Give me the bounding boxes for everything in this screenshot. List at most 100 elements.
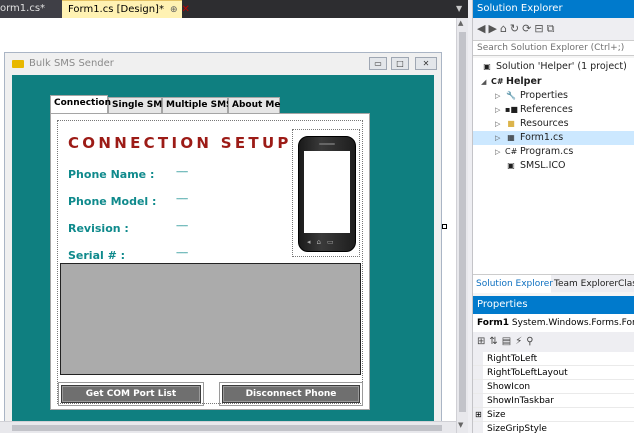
designer-horizontal-scrollbar[interactable] — [0, 421, 456, 433]
designer-vertical-scrollbar[interactable]: ▲ ▼ — [456, 18, 468, 433]
tab-form1-cs[interactable]: orm1.cs* — [0, 0, 62, 18]
tab-solution-explorer[interactable]: Solution Explorer — [473, 275, 553, 293]
tree-item-properties[interactable]: ▷ 🔧 Properties — [495, 89, 568, 103]
folder-icon: ■ — [507, 119, 515, 128]
revision-label: Revision : — [68, 222, 129, 235]
categorized-icon[interactable]: ⊞ — [477, 336, 489, 347]
scroll-down-icon[interactable]: ▼ — [458, 421, 463, 429]
panel-tab-strip: Solution Explorer Team Explorer Clas — [473, 274, 634, 293]
back-icon[interactable]: ◀ — [477, 22, 488, 35]
show-all-icon[interactable]: ⧉ — [547, 22, 558, 35]
close-button[interactable]: ✕ — [415, 57, 437, 70]
phone-image: ◂⌂▭ — [298, 136, 356, 252]
prop-row-showintaskbar[interactable]: ShowInTaskbar — [473, 394, 634, 408]
form-client-area: Connection Single SMS Multiple SMS About… — [12, 75, 434, 433]
properties-toolbar: ⊞⇅▤⚡⚲ — [473, 332, 634, 352]
log-area[interactable] — [60, 263, 361, 375]
tree-item-form1[interactable]: ▷ ▦ Form1.cs — [473, 131, 634, 145]
tree-item-resources[interactable]: ▷ ■ Resources — [495, 117, 569, 131]
resize-handle[interactable] — [442, 224, 447, 229]
tree-item-solution[interactable]: ▣ Solution 'Helper' (1 project) — [481, 60, 627, 74]
collapse-icon[interactable]: ⊟ — [534, 22, 546, 35]
tree-item-label: Resources — [520, 118, 569, 129]
prop-row-righttoleftlayout[interactable]: RightToLeftLayout — [473, 366, 634, 380]
prop-name: SizeGripStyle — [487, 424, 547, 433]
side-panel: Solution Explorer ◀▶⌂↻⟳⊟⧉ Search Solutio… — [472, 0, 634, 433]
tree-item-icon-file[interactable]: ▣ SMSL.ICO — [505, 159, 565, 173]
get-com-port-list-button[interactable]: Get COM Port List — [61, 385, 201, 403]
collapsed-icon[interactable]: ▷ — [495, 89, 505, 103]
references-icon: ▪■ — [505, 105, 518, 114]
events-icon[interactable]: ⚡ — [515, 336, 526, 347]
refresh-icon[interactable]: ⟳ — [522, 22, 534, 35]
forward-icon[interactable]: ▶ — [488, 22, 499, 35]
tree-item-label: References — [520, 104, 573, 115]
minimize-button[interactable]: ▭ — [369, 57, 387, 70]
collapsed-icon[interactable]: ▷ — [495, 131, 505, 145]
tab-single-sms[interactable]: Single SMS — [108, 97, 169, 113]
scroll-up-icon[interactable]: ▲ — [458, 19, 463, 27]
collapsed-icon[interactable]: ▷ — [495, 103, 505, 117]
prop-row-righttoleft[interactable]: RightToLeft — [473, 352, 634, 366]
property-pages-icon[interactable]: ⚲ — [526, 336, 537, 347]
phone-model-label: Phone Model : — [68, 195, 157, 208]
form-titlebar: Bulk SMS Sender ▭ □ ✕ — [5, 53, 441, 75]
tab-form1-design[interactable]: Form1.cs [Design]* ⊕ ✕ — [62, 0, 190, 18]
document-tab-bar: orm1.cs* Form1.cs [Design]* ⊕ ✕ ▼ — [0, 0, 468, 18]
prop-row-size[interactable]: ⊞ Size — [473, 408, 634, 422]
phone-picture-box[interactable]: ◂⌂▭ — [292, 129, 360, 257]
tab-class-view[interactable]: Clas — [615, 275, 634, 293]
tree-item-label: Program.cs — [520, 146, 574, 157]
close-icon[interactable]: ✕ — [182, 4, 190, 15]
designer-surface: Bulk SMS Sender ▭ □ ✕ Connection Single … — [0, 18, 456, 433]
disconnect-phone-button[interactable]: Disconnect Phone — [222, 385, 360, 403]
scroll-thumb[interactable] — [459, 32, 466, 412]
home-icon[interactable]: ⌂ — [500, 22, 510, 35]
phone-screen — [304, 151, 350, 233]
tree-item-label: Properties — [520, 90, 569, 101]
sync-icon[interactable]: ↻ — [510, 22, 522, 35]
solution-explorer-search[interactable]: Search Solution Explorer (Ctrl+;) — [473, 40, 634, 56]
prop-name: RightToLeft — [487, 354, 538, 364]
tab-team-explorer[interactable]: Team Explorer — [551, 275, 618, 293]
connection-panel: CONNECTION SETUP Phone Name : ----- Phon… — [57, 120, 363, 406]
properties-object-selector[interactable]: Form1 System.Windows.Forms.Form — [473, 314, 634, 332]
tree-item-program[interactable]: ▷ C# Program.cs — [495, 145, 573, 159]
expanded-icon[interactable]: ◢ — [481, 75, 491, 89]
expand-icon[interactable]: ⊞ — [475, 408, 482, 422]
tree-item-helper[interactable]: ◢ C# Helper — [481, 75, 542, 89]
chevron-down-icon[interactable]: ▼ — [456, 4, 466, 14]
phone-speaker — [319, 143, 335, 145]
tree-item-label: Helper — [506, 76, 542, 87]
tab-about-me[interactable]: About Me — [228, 97, 281, 113]
tab-connection[interactable]: Connection — [50, 95, 111, 113]
phone-name-value: ----- — [176, 167, 188, 177]
serial-value: ----- — [176, 248, 188, 258]
properties-grid: RightToLeft RightToLeftLayout ShowIcon S… — [473, 352, 634, 433]
object-name: Form1 — [477, 318, 510, 328]
collapsed-icon[interactable]: ▷ — [495, 145, 505, 159]
collapsed-icon[interactable]: ▷ — [495, 117, 505, 131]
properties-header: Properties — [473, 296, 634, 314]
prop-row-showicon[interactable]: ShowIcon — [473, 380, 634, 394]
prop-name: ShowIcon — [487, 382, 531, 392]
tab-multiple-sms[interactable]: Multiple SMS — [162, 97, 233, 113]
form-icon: ▦ — [507, 133, 515, 142]
form-window[interactable]: Bulk SMS Sender ▭ □ ✕ Connection Single … — [4, 52, 442, 433]
solution-explorer-toolbar: ◀▶⌂↻⟳⊟⧉ — [473, 18, 634, 40]
solution-tree: ▣ Solution 'Helper' (1 project) ◢ C# Helper… — [473, 58, 634, 274]
tab-label: orm1.cs* — [0, 3, 46, 14]
icon-file-icon: ▣ — [507, 161, 515, 170]
tree-item-references[interactable]: ▷ ▪■ References — [495, 103, 573, 117]
connection-tab-page: CONNECTION SETUP Phone Name : ----- Phon… — [50, 113, 370, 410]
phone-name-label: Phone Name : — [68, 168, 155, 181]
form-title: Bulk SMS Sender — [29, 58, 114, 69]
prop-row-sizegripstyle[interactable]: SizeGripStyle — [473, 422, 634, 433]
alphabetical-icon[interactable]: ⇅ — [489, 336, 501, 347]
properties-icon[interactable]: ▤ — [502, 336, 515, 347]
prop-name: RightToLeftLayout — [487, 368, 568, 378]
maximize-button[interactable]: □ — [391, 57, 409, 70]
pin-icon[interactable]: ⊕ — [170, 5, 178, 15]
revision-value: ----- — [176, 221, 188, 231]
scroll-thumb[interactable] — [12, 425, 442, 431]
